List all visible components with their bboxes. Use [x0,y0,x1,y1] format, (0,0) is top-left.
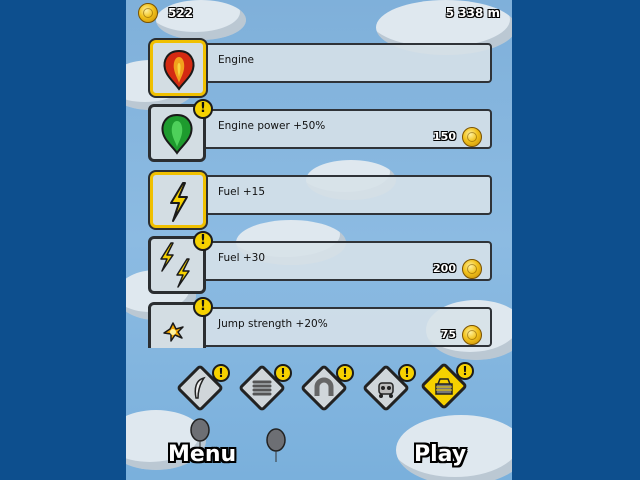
feather-icon [194,376,206,399]
category-basket-button[interactable]: ! [418,360,474,412]
menu-button[interactable]: Menu [168,442,236,467]
upgrade-label: Fuel +30 [218,252,265,264]
upgrade-row-fuel-30[interactable]: ! Fuel +30 200 [148,231,494,294]
category-robot-button[interactable]: ! [360,362,416,414]
coin-icon [462,325,482,345]
coin-icon [462,259,482,279]
upgrade-label: Engine power +50% [218,120,326,132]
balloon-icon [266,428,286,462]
coin-count: 522 [168,6,194,20]
distance-readout: 5 338 m [445,6,500,20]
play-button[interactable]: Play [414,442,466,467]
upgrade-price: 200 [433,262,456,275]
upgrade-label: Engine [218,54,254,66]
upgrade-icon-box[interactable]: ! [148,297,213,348]
upgrade-label: Jump strength +20% [218,318,328,330]
red-balloon-icon [163,49,195,91]
category-feather-button[interactable]: ! [174,362,230,414]
basket-icon [435,378,453,395]
alert-badge: ! [193,99,213,119]
alert-badge: ! [212,364,230,382]
coin-icon [462,127,482,147]
alert-badge: ! [398,364,416,382]
lightning-icon [170,182,188,222]
hud-bar: 522 5 338 m [126,0,512,26]
alert-badge: ! [456,362,474,380]
alert-badge: ! [193,231,213,251]
upgrade-price: 150 [433,130,456,143]
bottom-bar: ! ! ! ! ! Menu Play [126,348,512,480]
category-magnet-button[interactable]: ! [298,362,354,414]
upgrade-row-engine[interactable]: Engine [148,38,494,96]
alert-badge: ! [274,364,292,382]
spring-icon [252,380,272,396]
alert-badge: ! [193,297,213,317]
game-viewport: 522 5 338 m Engine ! Engine power +50% 1… [126,0,512,480]
upgrade-icon-box[interactable]: ! [148,99,213,162]
alert-badge: ! [336,364,354,382]
upgrade-label: Fuel +15 [218,186,265,198]
upgrade-row-fuel-15[interactable]: Fuel +15 [148,170,494,228]
upgrade-icon-box[interactable]: ! [148,231,213,294]
robot-icon [378,382,394,398]
upgrade-price: 75 [440,328,456,341]
upgrade-list[interactable]: Engine ! Engine power +50% 150 Fuel +15 … [126,30,512,348]
upgrade-icon-box[interactable] [150,172,206,228]
coin-icon [138,3,158,23]
upgrade-icon-box[interactable] [150,40,206,96]
category-spring-button[interactable]: ! [236,362,292,414]
upgrade-row-engine-power[interactable]: ! Engine power +50% 150 [148,99,494,162]
magnet-icon [314,377,334,396]
upgrade-row-jump-strength[interactable]: ! Jump strength +20% 75 [148,297,494,348]
